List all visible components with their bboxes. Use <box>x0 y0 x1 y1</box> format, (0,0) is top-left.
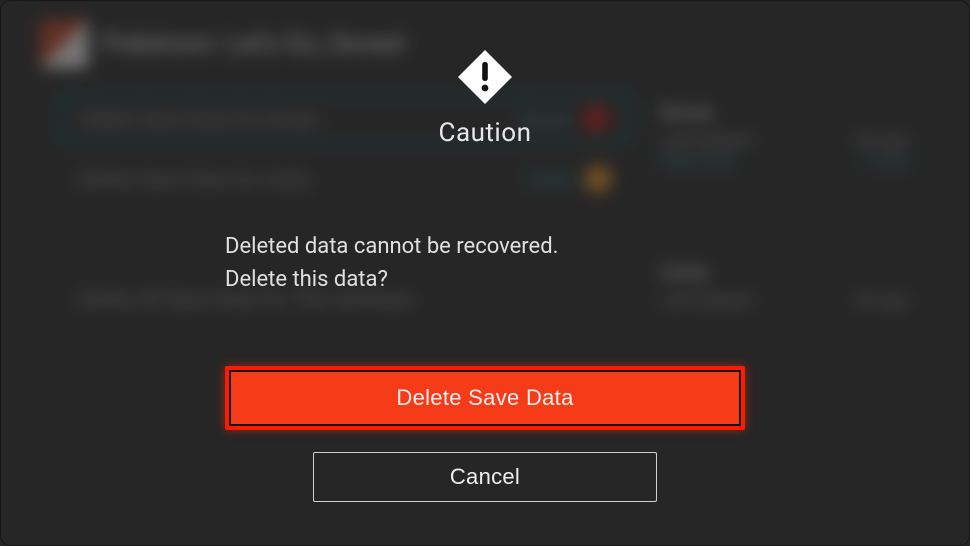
message-line: Deleted data cannot be recovered. <box>225 230 745 263</box>
delete-button-highlight: Delete Save Data <box>225 366 745 430</box>
caution-icon <box>456 48 514 106</box>
dialog-message: Deleted data cannot be recovered. Delete… <box>225 230 745 296</box>
message-line: Delete this data? <box>225 263 745 296</box>
delete-save-data-button[interactable]: Delete Save Data <box>229 370 741 426</box>
dialog-title: Caution <box>439 118 532 148</box>
caution-dialog: Caution Deleted data cannot be recovered… <box>0 0 970 546</box>
cancel-button[interactable]: Cancel <box>313 452 657 502</box>
